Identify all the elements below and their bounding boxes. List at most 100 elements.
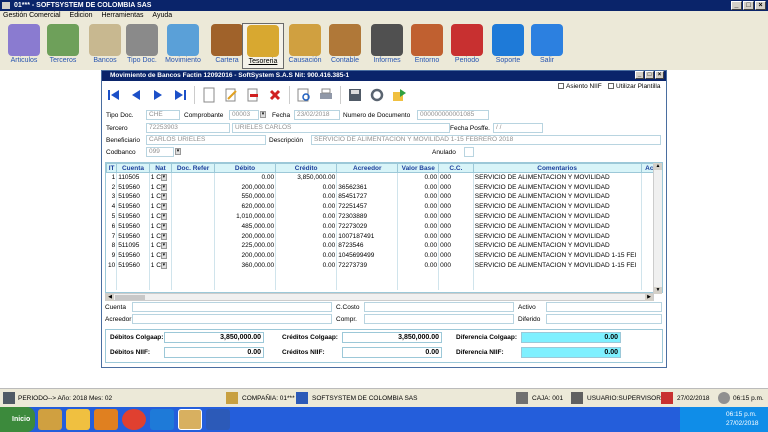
table-cell-cc[interactable]: 000 <box>438 250 474 261</box>
table-cell-nat[interactable]: 1 C ▾ <box>149 192 173 202</box>
toolbar-bancos-button[interactable]: Bancos <box>84 23 126 69</box>
empty-row[interactable] <box>106 270 663 281</box>
table-cell-cuenta[interactable]: 519560 <box>116 231 150 242</box>
table-cell-base[interactable]: 0.00 <box>397 201 440 212</box>
scroll-thumb[interactable] <box>115 295 145 300</box>
table-cell-cc[interactable]: 000 <box>438 172 474 183</box>
table-cell-acreedor[interactable]: 85451727 <box>336 192 399 202</box>
table-cell-cc[interactable]: 000 <box>438 201 474 212</box>
numero-documento-field[interactable]: 000000000001085 <box>417 110 489 120</box>
menu-herramientas[interactable]: Herramientas <box>101 12 143 19</box>
col-comentarios[interactable]: Comentarios <box>472 163 642 173</box>
table-cell-acreedor[interactable]: 1045699499 <box>336 250 399 261</box>
search-icon[interactable] <box>296 87 312 103</box>
table-cell-base[interactable]: 0.00 <box>397 192 440 202</box>
table-cell-debito[interactable]: 360,000.00 <box>214 260 277 271</box>
table-cell-cc[interactable]: 000 <box>438 231 474 242</box>
tercero-field[interactable]: 72253903 <box>146 123 230 133</box>
start-button[interactable]: Inicio <box>0 407 35 432</box>
table-cell-credito[interactable]: 3,850,000.00 <box>275 172 338 183</box>
last-record-icon[interactable] <box>172 87 188 103</box>
toolbar-terceros-button[interactable]: Terceros <box>42 23 84 69</box>
nat-dropdown-icon[interactable]: ▾ <box>160 193 167 201</box>
col-nat[interactable]: Nat <box>148 163 173 173</box>
table-cell-acreedor[interactable]: 1007187491 <box>336 231 399 242</box>
table-cell-comentario[interactable]: SERVICIO DE ALIMENTACION Y MOVILIDAD <box>473 211 642 222</box>
save-icon[interactable] <box>347 87 363 103</box>
table-row[interactable]: 6 519560 1 C ▾ 485,000.00 0.00 72273029 0.00 000… <box>106 221 663 232</box>
table-cell-acreedor[interactable]: 8723546 <box>336 241 399 251</box>
table-cell-cuenta[interactable]: 519560 <box>116 250 150 261</box>
table-cell-doc-refer[interactable] <box>171 192 215 202</box>
empty-cell[interactable] <box>438 280 474 291</box>
taskbar-app-1-icon[interactable] <box>38 409 62 430</box>
col-valor-base[interactable]: Valor Base <box>397 163 440 173</box>
table-cell-comentario[interactable]: SERVICIO DE ALIMENTACION Y MOVILIDAD <box>473 182 642 193</box>
table-cell-base[interactable]: 0.00 <box>397 250 440 261</box>
table-cell-debito[interactable]: 0.00 <box>214 172 277 183</box>
table-cell-it[interactable]: 7 <box>106 231 118 242</box>
scroll-right-icon[interactable]: ▶ <box>645 294 653 301</box>
refresh-icon[interactable] <box>369 87 385 103</box>
nat-dropdown-icon[interactable]: ▾ <box>160 212 167 220</box>
table-cell-comentario[interactable]: SERVICIO DE ALIMENTACION Y MOVILIDAD <box>473 192 642 202</box>
ccosto-detail-field[interactable] <box>364 302 514 312</box>
activo-detail-field[interactable] <box>546 302 662 312</box>
toolbar-exit-button[interactable]: Salir <box>526 23 568 69</box>
chrome-icon[interactable] <box>122 409 146 430</box>
print-icon[interactable] <box>318 87 334 103</box>
table-cell-base[interactable]: 0.00 <box>397 241 440 251</box>
diferido-detail-field[interactable] <box>546 314 662 324</box>
empty-cell[interactable] <box>214 270 277 281</box>
col-credito[interactable]: Crédito <box>275 163 338 173</box>
col-it[interactable]: IT <box>105 163 118 173</box>
table-cell-cuenta[interactable]: 519560 <box>116 260 150 271</box>
nat-dropdown-icon[interactable]: ▾ <box>160 203 167 211</box>
table-cell-credito[interactable]: 0.00 <box>275 201 338 212</box>
table-cell-nat[interactable]: 1 C ▾ <box>149 260 173 271</box>
table-cell-doc-refer[interactable] <box>171 241 215 251</box>
table-cell-nat[interactable]: 1 C ▾ <box>149 211 173 222</box>
table-cell-comentario[interactable]: SERVICIO DE ALIMENTACION Y MOVILIDAD <box>473 201 642 212</box>
table-cell-doc-refer[interactable] <box>171 201 215 212</box>
table-cell-cuenta[interactable]: 519560 <box>116 211 150 222</box>
col-acreedor[interactable]: Acreedor <box>336 163 399 173</box>
maximize-button[interactable]: □ <box>743 1 754 10</box>
table-cell-credito[interactable]: 0.00 <box>275 182 338 193</box>
empty-cell[interactable] <box>473 280 642 291</box>
empty-cell[interactable] <box>149 270 173 281</box>
table-cell-cuenta[interactable]: 110505 <box>116 172 150 183</box>
table-cell-cuenta[interactable]: 519560 <box>116 221 150 232</box>
window-maximize-button[interactable]: □ <box>645 71 654 79</box>
tipo-doc-field[interactable]: CHE <box>146 110 180 120</box>
table-cell-comentario[interactable]: SERVICIO DE ALIMENTACION Y MOVILIDAD 1-1… <box>473 260 642 271</box>
table-row[interactable]: 10 519560 1 C ▾ 360,000.00 0.00 72273739 0.00 00… <box>106 260 663 271</box>
comprobante-dropdown-icon[interactable]: ▾ <box>260 111 266 118</box>
table-row[interactable]: 4 519560 1 C ▾ 620,000.00 0.00 72251457 0.00 000… <box>106 201 663 212</box>
softsystem-taskbar-icon[interactable] <box>178 409 202 430</box>
table-cell-it[interactable]: 1 <box>106 172 118 183</box>
empty-cell[interactable] <box>336 270 399 281</box>
menu-edicion[interactable]: Edicion <box>70 12 93 19</box>
delete-record-icon[interactable] <box>245 87 261 103</box>
table-row[interactable]: 8 511095 1 C ▾ 225,000.00 0.00 8723546 0.00 000 S… <box>106 241 663 251</box>
table-cell-credito[interactable]: 0.00 <box>275 192 338 202</box>
toolbar-movimiento-button[interactable]: Movimiento <box>162 23 204 69</box>
table-cell-debito[interactable]: 1,010,000.00 <box>214 211 277 222</box>
fecha-field[interactable]: 23/02/2018 <box>294 110 340 120</box>
toolbar-causacion-button[interactable]: Causación <box>284 23 326 69</box>
table-row[interactable]: 5 519560 1 C ▾ 1,010,000.00 0.00 72303889 0.00 0… <box>106 211 663 222</box>
table-cell-nat[interactable]: 1 C ▾ <box>149 201 173 212</box>
table-cell-comentario[interactable]: SERVICIO DE ALIMENTACION Y MOVILIDAD <box>473 221 642 232</box>
empty-cell[interactable] <box>149 280 173 291</box>
empty-row[interactable] <box>106 280 663 291</box>
empty-cell[interactable] <box>106 270 118 281</box>
empty-cell[interactable] <box>336 280 399 291</box>
table-cell-nat[interactable]: 1 C ▾ <box>149 231 173 242</box>
table-cell-debito[interactable]: 200,000.00 <box>214 182 277 193</box>
table-cell-acreedor[interactable]: 36562361 <box>336 182 399 193</box>
nat-dropdown-icon[interactable]: ▾ <box>160 222 167 230</box>
table-cell-credito[interactable]: 0.00 <box>275 221 338 232</box>
col-debito[interactable]: Débito <box>213 163 277 173</box>
cuenta-detail-field[interactable] <box>132 302 332 312</box>
